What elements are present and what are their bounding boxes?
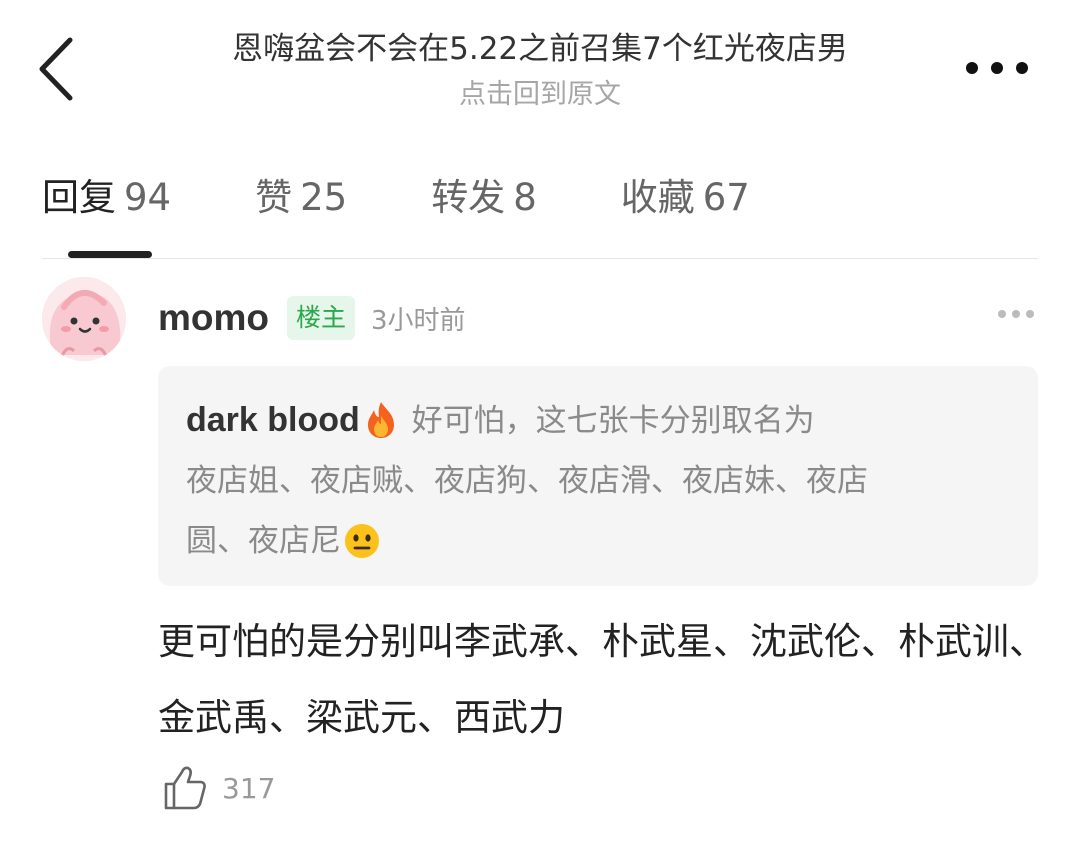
quote-text: 好可怕，这七张卡分别取名为: [411, 403, 815, 439]
like-button[interactable]: 317: [162, 762, 275, 814]
like-count: 317: [222, 771, 276, 805]
header-title-area[interactable]: 恩嗨盆会不会在5.22之前召集7个红光夜店男 点击回到原文: [140, 28, 940, 116]
tab-favorites[interactable]: 收藏 67: [621, 170, 750, 226]
fire-emoji: [367, 401, 394, 438]
tab-reposts[interactable]: 转发 8: [431, 170, 537, 226]
more-horizontal-icon: [966, 62, 1028, 74]
comment-more-button[interactable]: [996, 306, 1036, 322]
op-badge: 楼主: [287, 296, 356, 340]
tab-count: 67: [702, 176, 750, 219]
tab-count: 25: [300, 176, 348, 219]
neutral-face-emoji: [345, 523, 379, 558]
tab-count: 8: [513, 176, 537, 219]
back-button[interactable]: [34, 34, 84, 104]
tab-count: 94: [124, 176, 172, 219]
tab-label: 回复: [42, 176, 116, 219]
thumbs-up-icon: [164, 766, 206, 810]
quote-line: 圆、夜店尼: [186, 511, 1010, 571]
comment-time: 3小时前: [371, 305, 466, 336]
quoted-comment[interactable]: dark blood 好可怕，这七张卡分别取名为 夜店姐、夜店贼、夜店狗、夜店滑…: [158, 366, 1038, 586]
comment-detail-page: 恩嗨盆会不会在5.22之前召集7个红光夜店男 点击回到原文 回复 94 赞 25 转…: [0, 0, 1080, 866]
quote-author[interactable]: dark blood: [186, 401, 360, 439]
quote-text: 圆、夜店尼: [186, 523, 341, 559]
quote-line: dark blood 好可怕，这七张卡分别取名为: [186, 390, 1010, 451]
comment-header: momo 楼主 3小时前: [158, 292, 466, 344]
tab-label: 收藏: [620, 176, 695, 219]
more-horizontal-icon: [998, 310, 1034, 318]
avatar[interactable]: [42, 277, 126, 361]
tab-bar: 回复 94 赞 25 转发 8 收藏 67: [42, 170, 834, 226]
page-title: 恩嗨盆会不会在5.22之前召集7个红光夜店男: [232, 31, 848, 67]
quote-line: 夜店姐、夜店贼、夜店狗、夜店滑、夜店妹、夜店: [186, 463, 868, 499]
more-button[interactable]: [962, 56, 1032, 80]
chevron-left-icon: [39, 37, 73, 101]
back-to-original-link[interactable]: 点击回到原文: [140, 74, 940, 116]
user-name[interactable]: momo: [158, 297, 269, 339]
tab-label: 转发: [431, 176, 506, 219]
active-tab-indicator: [68, 251, 152, 258]
tab-replies[interactable]: 回复 94: [42, 170, 171, 226]
comment-text: 更可怕的是分别叫李武承、朴武星、沈武伦、朴武训、金武禹、梁武元、西武力: [158, 620, 1046, 739]
avatar-image: [42, 277, 126, 361]
divider: [42, 258, 1038, 259]
tab-label: 赞: [255, 176, 293, 219]
tab-likes[interactable]: 赞 25: [255, 170, 347, 226]
